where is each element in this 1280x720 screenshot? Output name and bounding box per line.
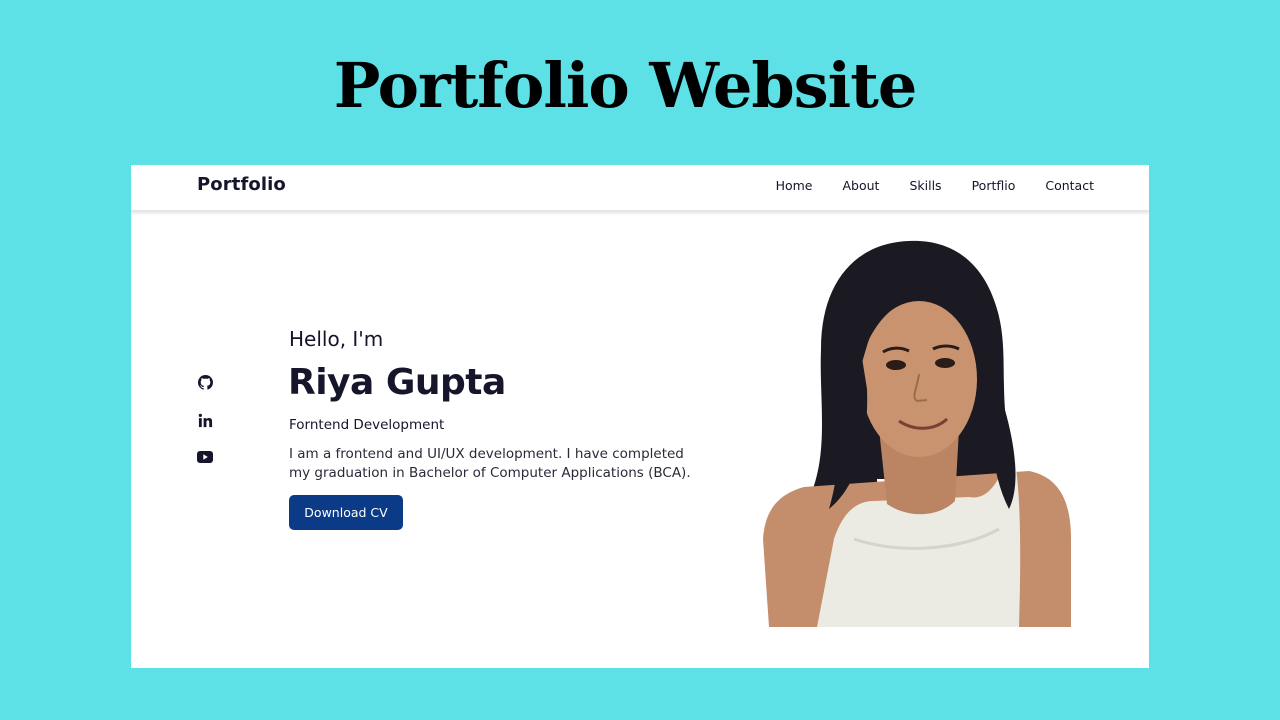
profile-photo [763,240,1071,627]
hero-name: Riya Gupta [288,362,506,403]
nav-item-about[interactable]: About [843,178,880,193]
github-icon[interactable] [197,374,213,390]
hero-greeting: Hello, I'm [289,327,384,351]
nav-item-portflio[interactable]: Portflio [972,178,1016,193]
youtube-icon[interactable] [197,449,213,465]
hero-role: Forntend Development [289,417,445,433]
nav-item-contact[interactable]: Contact [1045,178,1094,193]
linkedin-icon[interactable] [197,412,213,428]
youtube-icon-glyph [197,451,213,463]
github-icon-glyph [197,374,213,390]
banner-title: Portfolio Website [333,49,918,122]
nav-menu: Home About Skills Portflio Contact [776,178,1094,193]
nav-item-home[interactable]: Home [776,178,813,193]
linkedin-icon-glyph [198,413,212,427]
nav-item-skills[interactable]: Skills [909,178,941,193]
download-cv-button[interactable]: Download CV [289,495,403,530]
nav-logo[interactable]: Portfolio [197,174,286,195]
navbar: Portfolio Home About Skills Portflio Con… [131,165,1149,211]
hero-description: I am a frontend and UI/UX development. I… [289,446,691,481]
website-screenshot: Portfolio Home About Skills Portflio Con… [131,165,1149,668]
